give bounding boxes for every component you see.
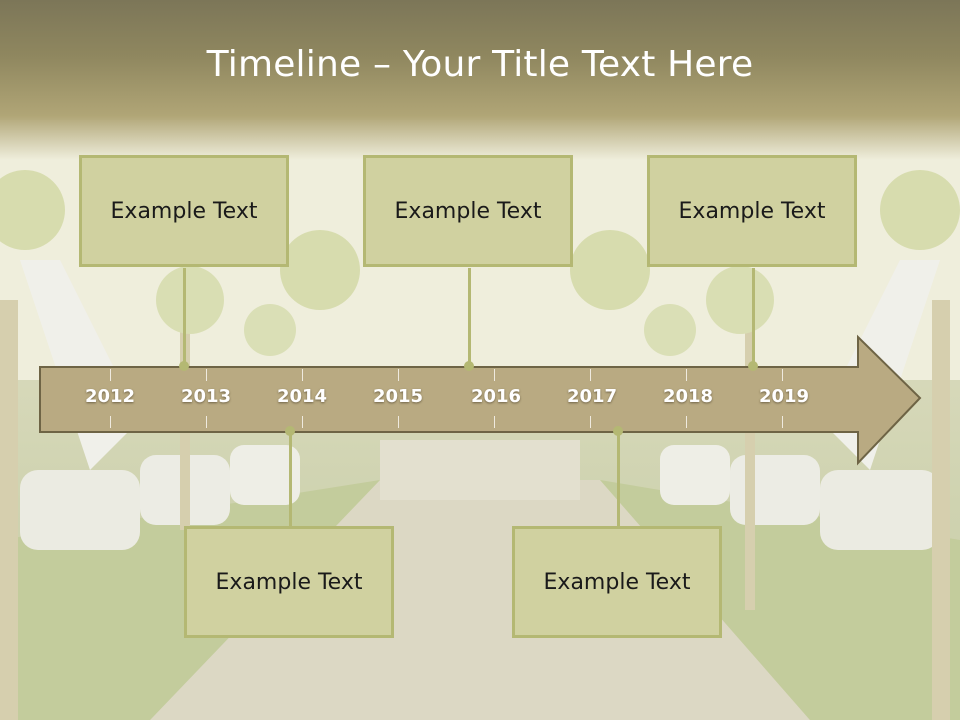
year-label: 2019 [758,386,810,407]
timeline-arrow [39,334,922,466]
year-label: 2014 [276,386,328,407]
timeline-event-box-top-3: Example Text [647,155,857,267]
connector-line [183,268,186,366]
year-label: 2012 [84,386,136,407]
year-tick [686,416,687,428]
slide: Timeline – Your Title Text Here 2012 201… [0,0,960,720]
year-label: 2013 [180,386,232,407]
year-tick [302,369,303,381]
event-label: Example Text [110,198,258,224]
event-label: Example Text [678,198,826,224]
year-tick [782,416,783,428]
year-label: 2017 [566,386,618,407]
year-tick [110,369,111,381]
year-tick [590,369,591,381]
connector-line [289,432,292,528]
connector-line [468,268,471,366]
connector-dot [748,361,758,371]
year-tick [494,369,495,381]
year-tick [110,416,111,428]
year-tick [398,416,399,428]
year-tick [302,416,303,428]
connector-dot [613,426,623,436]
connector-line [752,268,755,366]
year-tick [206,416,207,428]
year-tick [206,369,207,381]
year-tick [590,416,591,428]
timeline-event-box-bottom-1: Example Text [184,526,394,638]
connector-dot [179,361,189,371]
year-label: 2016 [470,386,522,407]
event-label: Example Text [215,569,363,595]
event-label: Example Text [543,569,691,595]
timeline-event-box-top-2: Example Text [363,155,573,267]
year-label: 2015 [372,386,424,407]
connector-line [617,432,620,528]
timeline-event-box-bottom-2: Example Text [512,526,722,638]
year-tick [494,416,495,428]
year-tick [686,369,687,381]
event-label: Example Text [394,198,542,224]
year-tick [782,369,783,381]
connector-dot [464,361,474,371]
timeline-event-box-top-1: Example Text [79,155,289,267]
year-tick [398,369,399,381]
connector-dot [285,426,295,436]
year-label: 2018 [662,386,714,407]
